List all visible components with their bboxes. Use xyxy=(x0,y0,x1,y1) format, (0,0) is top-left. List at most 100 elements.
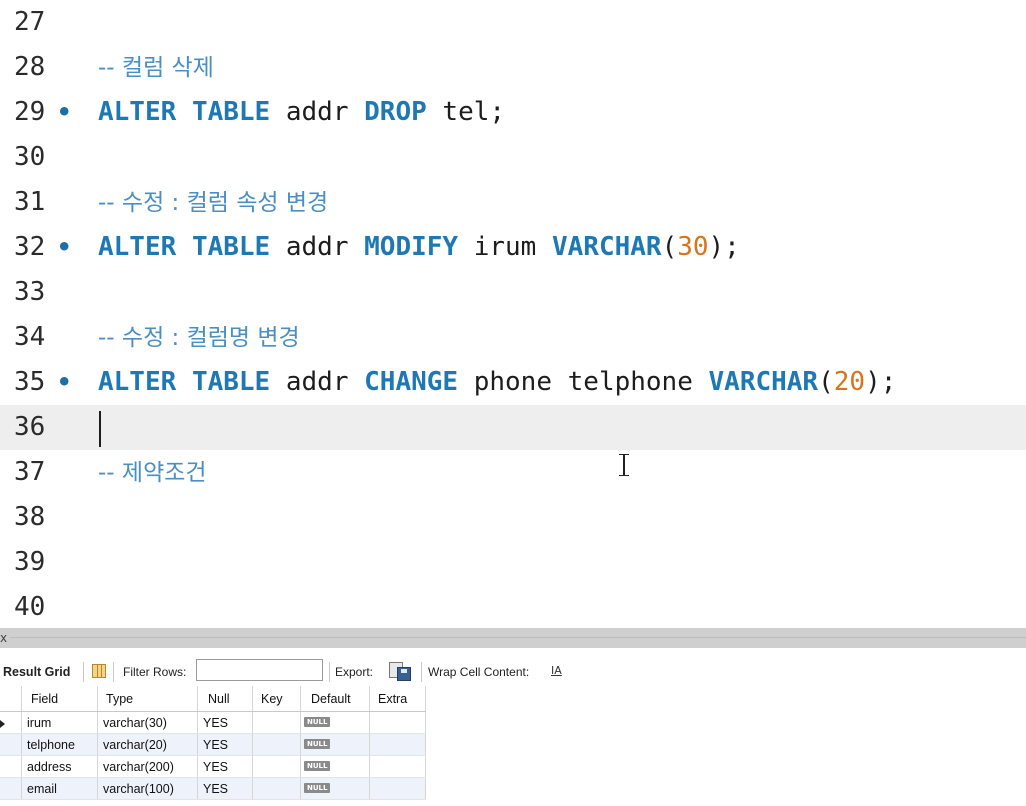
wrap-cell-content-label: Wrap Cell Content: xyxy=(428,665,530,679)
sql-editor[interactable]: 27 28 -- 컬럼 삭제 29 • ALTER TABLE addr DROP tel… xyxy=(0,0,1026,628)
toolbar-divider xyxy=(83,662,84,682)
line-number: 27 xyxy=(14,7,46,37)
editor-line[interactable]: 38 xyxy=(0,495,1026,540)
null-badge: NULL xyxy=(304,739,331,749)
editor-line[interactable]: 31 -- 수정 : 컬럼 속성 변경 xyxy=(0,180,1026,225)
filter-rows-input[interactable] xyxy=(196,659,323,681)
cell-null[interactable]: YES xyxy=(198,778,253,799)
sql-identifier: phone telphone xyxy=(458,367,709,397)
wrap-cell-content-icon[interactable]: IA xyxy=(551,663,562,679)
cell-type[interactable]: varchar(200) xyxy=(98,756,198,777)
table-row[interactable]: irum varchar(30) YES NULL xyxy=(0,712,426,734)
close-panel-icon[interactable]: x xyxy=(0,628,7,648)
code-text[interactable]: -- 수정 : 컬럼명 변경 xyxy=(98,315,300,360)
cell-default[interactable]: NULL xyxy=(301,756,370,777)
editor-line[interactable]: 34 -- 수정 : 컬럼명 변경 xyxy=(0,315,1026,360)
toolbar-divider xyxy=(329,662,330,682)
toolbar-divider xyxy=(113,662,114,682)
sql-identifier xyxy=(176,97,192,127)
editor-line[interactable]: 39 xyxy=(0,540,1026,585)
editor-line[interactable]: 29 • ALTER TABLE addr DROP tel; xyxy=(0,90,1026,135)
cell-key[interactable] xyxy=(253,712,301,733)
row-selector[interactable] xyxy=(0,778,22,799)
editor-line[interactable]: 28 -- 컬럼 삭제 xyxy=(0,45,1026,90)
column-header-key[interactable]: Key xyxy=(253,686,301,711)
result-grid[interactable]: Field Type Null Key Default Extra irum va… xyxy=(0,686,426,800)
line-number: 34 xyxy=(14,322,46,352)
statement-marker-icon: • xyxy=(57,368,72,396)
editor-line[interactable]: 35 • ALTER TABLE addr CHANGE phone telphon… xyxy=(0,360,1026,405)
line-number: 40 xyxy=(14,592,46,622)
export-icon[interactable] xyxy=(389,662,411,682)
editor-line[interactable]: 30 xyxy=(0,135,1026,180)
editor-line[interactable]: 37 -- 제약조건 xyxy=(0,450,1026,495)
cell-type[interactable]: varchar(20) xyxy=(98,734,198,755)
cell-key[interactable] xyxy=(253,778,301,799)
code-text[interactable]: -- 컬럼 삭제 xyxy=(98,45,214,90)
code-text[interactable]: -- 제약조건 xyxy=(98,450,207,495)
cell-extra[interactable] xyxy=(370,778,426,799)
sql-keyword: DROP xyxy=(364,97,427,127)
row-selector[interactable] xyxy=(0,756,22,777)
column-header-null[interactable]: Null xyxy=(198,686,253,711)
cell-default[interactable]: NULL xyxy=(301,712,370,733)
cell-extra[interactable] xyxy=(370,756,426,777)
export-label: Export: xyxy=(335,665,374,679)
null-badge: NULL xyxy=(304,761,331,771)
cell-field[interactable]: telphone xyxy=(22,734,98,755)
line-number: 33 xyxy=(14,277,46,307)
code-text[interactable]: ALTER TABLE addr MODIFY irum VARCHAR(30)… xyxy=(98,225,740,270)
cell-field[interactable]: irum xyxy=(22,712,98,733)
sql-identifier xyxy=(176,367,192,397)
row-selector[interactable] xyxy=(0,734,22,755)
cell-type[interactable]: varchar(100) xyxy=(98,778,198,799)
cell-extra[interactable] xyxy=(370,734,426,755)
grid-view-icon[interactable] xyxy=(92,664,106,678)
toolbar-divider xyxy=(421,662,422,682)
filter-rows-label: Filter Rows: xyxy=(123,665,187,679)
editor-line[interactable]: 33 xyxy=(0,270,1026,315)
cell-default[interactable]: NULL xyxy=(301,778,370,799)
current-row-arrow-icon xyxy=(0,720,5,728)
panel-splitter[interactable]: x xyxy=(0,628,1026,648)
row-selector[interactable] xyxy=(0,712,22,733)
code-text[interactable]: -- 수정 : 컬럼 속성 변경 xyxy=(98,180,328,225)
editor-line[interactable]: 36 xyxy=(0,405,1026,450)
table-row[interactable]: address varchar(200) YES NULL xyxy=(0,756,426,778)
editor-line[interactable]: 27 xyxy=(0,0,1026,45)
editor-line[interactable]: 32 • ALTER TABLE addr MODIFY irum VARCHAR(… xyxy=(0,225,1026,270)
line-number: 30 xyxy=(14,142,46,172)
column-header-extra[interactable]: Extra xyxy=(370,686,426,711)
result-toolbar: Result Grid Filter Rows: Export: Wrap Ce… xyxy=(0,648,1026,686)
line-number: 36 xyxy=(14,412,46,442)
cell-null[interactable]: YES xyxy=(198,734,253,755)
sql-identifier: tel; xyxy=(426,97,506,127)
line-number: 39 xyxy=(14,547,46,577)
column-header-field[interactable]: Field xyxy=(22,686,98,711)
table-row[interactable]: email varchar(100) YES NULL xyxy=(0,778,426,800)
code-text[interactable]: ALTER TABLE addr DROP tel; xyxy=(98,90,505,135)
cell-field[interactable]: address xyxy=(22,756,98,777)
sql-identifier: addr xyxy=(270,367,365,397)
cell-extra[interactable] xyxy=(370,712,426,733)
cell-null[interactable]: YES xyxy=(198,756,253,777)
column-header-default[interactable]: Default xyxy=(301,686,370,711)
sql-keyword: ALTER xyxy=(98,367,177,397)
sql-keyword: VARCHAR xyxy=(551,232,662,262)
cell-field[interactable]: email xyxy=(22,778,98,799)
table-row[interactable]: telphone varchar(20) YES NULL xyxy=(0,734,426,756)
sql-keyword: TABLE xyxy=(191,232,271,262)
cell-null[interactable]: YES xyxy=(198,712,253,733)
table-header-row: Field Type Null Key Default Extra xyxy=(0,686,426,712)
column-header-type[interactable]: Type xyxy=(98,686,198,711)
cell-key[interactable] xyxy=(253,756,301,777)
cell-key[interactable] xyxy=(253,734,301,755)
editor-line[interactable]: 40 xyxy=(0,585,1026,628)
statement-marker-icon: • xyxy=(57,233,72,261)
sql-comment: -- 컬럼 삭제 xyxy=(98,55,214,81)
result-grid-tab[interactable]: Result Grid xyxy=(3,648,70,686)
code-text[interactable]: ALTER TABLE addr CHANGE phone telphone V… xyxy=(98,360,896,405)
cell-type[interactable]: varchar(30) xyxy=(98,712,198,733)
cell-default[interactable]: NULL xyxy=(301,734,370,755)
statement-marker-icon: • xyxy=(57,98,72,126)
